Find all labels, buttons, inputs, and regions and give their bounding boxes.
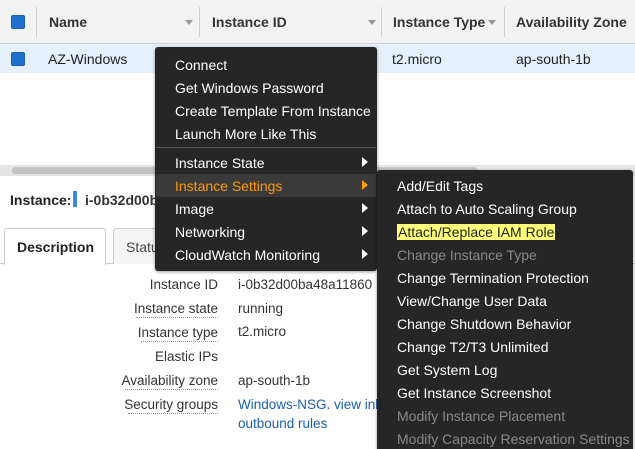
menu-item-create-template[interactable]: Create Template From Instance: [175, 103, 371, 119]
chevron-right-icon: [362, 180, 368, 190]
chevron-right-icon: [362, 203, 368, 213]
field-underline: [125, 389, 218, 390]
menu-item-instance-state[interactable]: Instance State: [175, 155, 265, 171]
column-header-availability-zone[interactable]: Availability Zone: [516, 14, 627, 30]
outbound-rules-link[interactable]: outbound rules: [238, 416, 327, 431]
menu-item-get-system-log[interactable]: Get System Log: [397, 362, 497, 378]
row-checkbox[interactable]: [11, 52, 25, 66]
field-label-instance-state: Instance state: [133, 301, 218, 316]
field-label-instance-type: Instance type: [137, 325, 218, 340]
menu-item-image[interactable]: Image: [175, 201, 214, 217]
field-underline: [128, 413, 218, 414]
column-divider[interactable]: [36, 7, 37, 37]
field-label-elastic-ips: Elastic IPs: [154, 349, 218, 364]
column-header-name[interactable]: Name: [49, 14, 87, 30]
instance-indicator: [73, 191, 77, 207]
field-value-instance-state: running: [238, 301, 284, 316]
menu-item-attach-replace-iam-role[interactable]: Attach/Replace IAM Role: [397, 224, 556, 240]
field-label-instance-id: Instance ID: [149, 277, 218, 292]
select-all-checkbox[interactable]: [11, 15, 25, 29]
field-underline: [141, 341, 218, 342]
field-label-availability-zone: Availability zone: [121, 373, 218, 388]
column-divider[interactable]: [381, 7, 382, 37]
menu-item-modify-capacity-reservation[interactable]: Modify Capacity Reservation Settings: [397, 431, 630, 447]
menu-item-change-termination-protection[interactable]: Change Termination Protection: [397, 270, 589, 286]
menu-item-launch-more[interactable]: Launch More Like This: [175, 126, 316, 142]
menu-item-connect[interactable]: Connect: [175, 57, 227, 73]
chevron-right-icon: [362, 157, 368, 167]
ec2-console: Name Instance ID Instance Type Availabil…: [0, 0, 635, 449]
menu-item-view-change-user-data[interactable]: View/Change User Data: [397, 293, 547, 309]
column-header-instance-type[interactable]: Instance Type: [393, 14, 485, 30]
menu-item-modify-instance-placement[interactable]: Modify Instance Placement: [397, 408, 565, 424]
sort-icon[interactable]: [185, 20, 193, 25]
security-group-link[interactable]: Windows-NSG. view inb: [238, 397, 383, 412]
sort-icon[interactable]: [368, 20, 376, 25]
menu-separator: [156, 147, 376, 148]
field-value-instance-id: i-0b32d00ba48a11860: [238, 277, 373, 292]
menu-item-add-edit-tags[interactable]: Add/Edit Tags: [397, 178, 483, 194]
column-header-instance-id[interactable]: Instance ID: [212, 14, 287, 30]
menu-item-get-instance-screenshot[interactable]: Get Instance Screenshot: [397, 385, 551, 401]
instance-id-header: i-0b32d00b: [85, 192, 159, 208]
field-label-security-groups: Security groups: [124, 397, 218, 412]
row-name[interactable]: AZ-Windows: [48, 51, 127, 67]
field-value-instance-type: t2.micro: [238, 324, 287, 339]
chevron-right-icon: [362, 226, 368, 236]
chevron-right-icon: [362, 249, 368, 259]
column-divider[interactable]: [504, 7, 505, 37]
column-divider[interactable]: [199, 7, 200, 37]
menu-item-attach-auto-scaling[interactable]: Attach to Auto Scaling Group: [397, 201, 577, 217]
tab-description[interactable]: Description: [4, 228, 106, 265]
instance-label: Instance:: [10, 192, 72, 208]
row-instance-type: t2.micro: [392, 51, 442, 67]
menu-item-change-shutdown-behavior[interactable]: Change Shutdown Behavior: [397, 316, 571, 332]
sort-icon[interactable]: [488, 20, 496, 25]
field-underline: [136, 317, 218, 318]
menu-item-instance-settings[interactable]: Instance Settings: [175, 178, 282, 194]
menu-item-change-t2-t3-unlimited[interactable]: Change T2/T3 Unlimited: [397, 339, 548, 355]
menu-item-networking[interactable]: Networking: [175, 224, 245, 240]
row-availability-zone: ap-south-1b: [516, 51, 591, 67]
menu-item-get-windows-password[interactable]: Get Windows Password: [175, 80, 324, 96]
menu-item-change-instance-type[interactable]: Change Instance Type: [397, 247, 537, 263]
field-value-availability-zone: ap-south-1b: [238, 373, 311, 388]
menu-item-cloudwatch[interactable]: CloudWatch Monitoring: [175, 247, 320, 263]
